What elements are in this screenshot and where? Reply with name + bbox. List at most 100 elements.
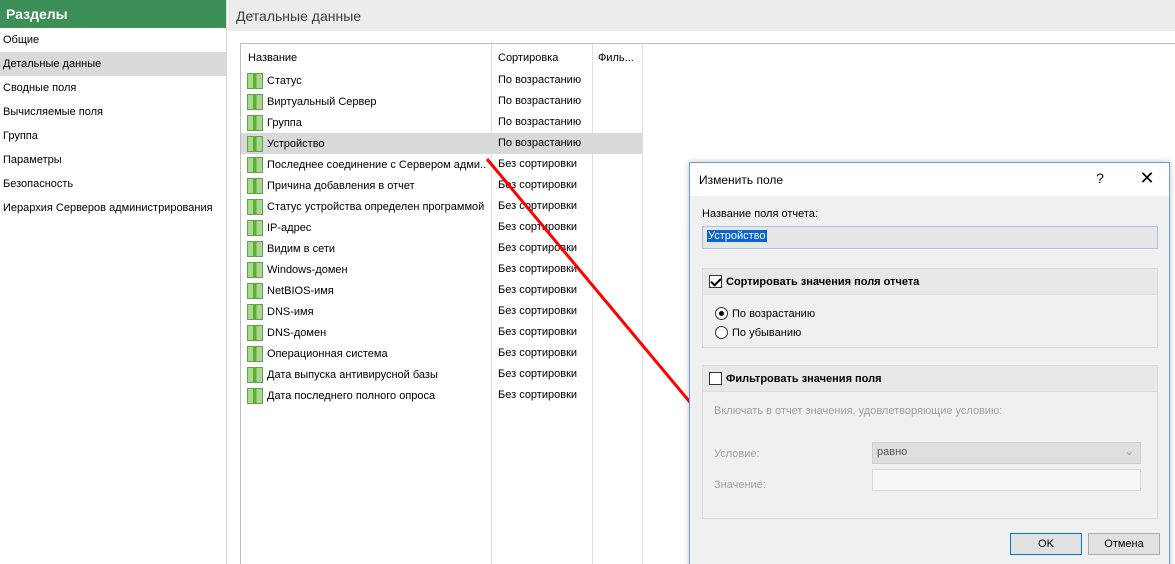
sort-cell: Без сортировки — [498, 347, 578, 359]
sort-group: Сортировать значения поля отчета По возр… — [702, 268, 1158, 348]
sidebar-item-summary-fields[interactable]: Сводные поля — [0, 76, 226, 100]
field-icon — [247, 114, 263, 131]
column-header-sort[interactable]: Сортировка — [498, 52, 558, 64]
sort-asc-radio[interactable] — [715, 307, 728, 320]
field-name-cell: Статус — [247, 70, 487, 91]
sort-cell: Без сортировки — [498, 284, 578, 296]
sidebar-item-general[interactable]: Общие — [0, 28, 226, 52]
sort-desc-radio[interactable] — [715, 326, 728, 339]
field-name-cell: Последнее соединение с Сервером адми... — [247, 154, 487, 175]
field-name-cell: Устройство — [247, 133, 487, 154]
sort-cell: По возрастанию — [498, 116, 582, 128]
table-row[interactable]: NetBIOS-имя Без сортировки — [241, 280, 642, 301]
field-name-cell: Windows-домен — [247, 259, 487, 280]
field-label: IP-адрес — [267, 221, 312, 234]
sort-checkbox-row[interactable]: Сортировать значения поля отчета — [703, 269, 1157, 295]
condition-value: равно — [877, 446, 908, 458]
field-label: Windows-домен — [267, 263, 348, 276]
sidebar-item-detailed-data[interactable]: Детальные данные — [0, 52, 226, 76]
sort-asc-radio-row[interactable]: По возрастанию — [715, 307, 815, 320]
table-row[interactable]: Дата выпуска антивирусной базы Без сортир… — [241, 364, 642, 385]
table-row[interactable]: DNS-имя Без сортировки — [241, 301, 642, 322]
field-name-cell: Дата последнего полного опроса — [247, 385, 487, 406]
help-button[interactable]: ? — [1090, 170, 1110, 186]
sort-desc-label: По убыванию — [732, 326, 802, 339]
sidebar-item-parameters[interactable]: Параметры — [0, 148, 226, 172]
field-icon — [247, 177, 263, 194]
condition-dropdown[interactable]: равно ⌄ — [872, 442, 1141, 464]
sort-cell: Без сортировки — [498, 242, 578, 254]
table-row[interactable]: Статус По возрастанию — [241, 70, 642, 91]
field-name-cell: Операционная система — [247, 343, 487, 364]
close-icon[interactable]: ✕ — [1137, 168, 1157, 189]
column-header-name[interactable]: Название — [248, 52, 297, 64]
sort-cell: По возрастанию — [498, 137, 582, 149]
field-label: DNS-имя — [267, 305, 314, 318]
field-label: Статус устройства определен программой — [267, 200, 485, 213]
field-name-cell: NetBIOS-имя — [247, 280, 487, 301]
sort-cell: По возрастанию — [498, 95, 582, 107]
sort-checkbox[interactable] — [709, 275, 722, 288]
table-row[interactable]: IP-адрес Без сортировки — [241, 217, 642, 238]
table-row[interactable]: DNS-домен Без сортировки — [241, 322, 642, 343]
field-label: Дата выпуска антивирусной базы — [267, 368, 438, 381]
page-title: Детальные данные — [228, 0, 1175, 31]
sidebar-item-security[interactable]: Безопасность — [0, 172, 226, 196]
table-row[interactable]: Устройство По возрастанию — [241, 133, 642, 154]
report-properties-window: Разделы Общие Детальные данные Сводные п… — [0, 0, 1175, 564]
ok-button[interactable]: OK — [1010, 533, 1082, 555]
field-label: Статус — [267, 74, 302, 87]
field-icon — [247, 156, 263, 173]
field-icon — [247, 387, 263, 404]
table-row[interactable]: Статус устройства определен программой Бе… — [241, 196, 642, 217]
cancel-button[interactable]: Отмена — [1088, 533, 1160, 555]
sort-cell: Без сортировки — [498, 263, 578, 275]
sidebar-item-server-hierarchy[interactable]: Иерархия Серверов администрирования — [0, 196, 226, 220]
sort-cell: Без сортировки — [498, 305, 578, 317]
field-label: Видим в сети — [267, 242, 335, 255]
filter-hint: Включать в отчет значения, удовлетворяющ… — [714, 405, 1003, 417]
sidebar-item-group[interactable]: Группа — [0, 124, 226, 148]
column-header-filter[interactable]: Филь... — [598, 52, 634, 64]
sort-cell: Без сортировки — [498, 389, 578, 401]
sort-cell: По возрастанию — [498, 74, 582, 86]
field-icon — [247, 366, 263, 383]
sort-asc-label: По возрастанию — [732, 307, 816, 320]
field-label: Группа — [267, 116, 302, 129]
table-row[interactable]: Причина добавления в отчет Без сортировки — [241, 175, 642, 196]
table-row[interactable]: Дата последнего полного опроса Без сортир… — [241, 385, 642, 406]
edit-field-dialog: Изменить поле ? ✕ Название поля отчета: … — [689, 162, 1170, 564]
field-icon — [247, 135, 263, 152]
field-name-cell: Дата выпуска антивирусной базы — [247, 364, 487, 385]
sort-cell: Без сортировки — [498, 368, 578, 380]
field-icon — [247, 324, 263, 341]
filter-checkbox-label: Фильтровать значения поля — [726, 372, 882, 385]
field-name-cell: DNS-домен — [247, 322, 487, 343]
dialog-title: Изменить поле — [699, 173, 784, 187]
field-icon — [247, 240, 263, 257]
table-row[interactable]: Группа По возрастанию — [241, 112, 642, 133]
value-input[interactable] — [872, 469, 1141, 491]
sort-cell: Без сортировки — [498, 221, 578, 233]
dialog-titlebar[interactable]: Изменить поле ? ✕ — [690, 163, 1169, 196]
filter-checkbox[interactable] — [709, 372, 722, 385]
table-row[interactable]: Windows-домен Без сортировки — [241, 259, 642, 280]
sort-desc-radio-row[interactable]: По убыванию — [715, 326, 801, 339]
table-row[interactable]: Последнее соединение с Сервером адми... Б… — [241, 154, 642, 175]
column-separator[interactable] — [642, 44, 643, 564]
filter-checkbox-row[interactable]: Фильтровать значения поля — [703, 366, 1157, 392]
field-icon — [247, 261, 263, 278]
sections-sidebar: Разделы Общие Детальные данные Сводные п… — [0, 0, 227, 564]
field-label: Виртуальный Сервер — [267, 95, 377, 108]
field-icon — [247, 282, 263, 299]
field-icon — [247, 198, 263, 215]
table-row[interactable]: Операционная система Без сортировки — [241, 343, 642, 364]
field-icon — [247, 303, 263, 320]
field-icon — [247, 72, 263, 89]
field-name-input[interactable]: Устройство — [702, 226, 1158, 249]
sidebar-item-calculated-fields[interactable]: Вычисляемые поля — [0, 100, 226, 124]
table-row[interactable]: Виртуальный Сервер По возрастанию — [241, 91, 642, 112]
field-name-cell: Статус устройства определен программой — [247, 196, 487, 217]
table-row[interactable]: Видим в сети Без сортировки — [241, 238, 642, 259]
condition-label: Условие: — [714, 448, 760, 460]
